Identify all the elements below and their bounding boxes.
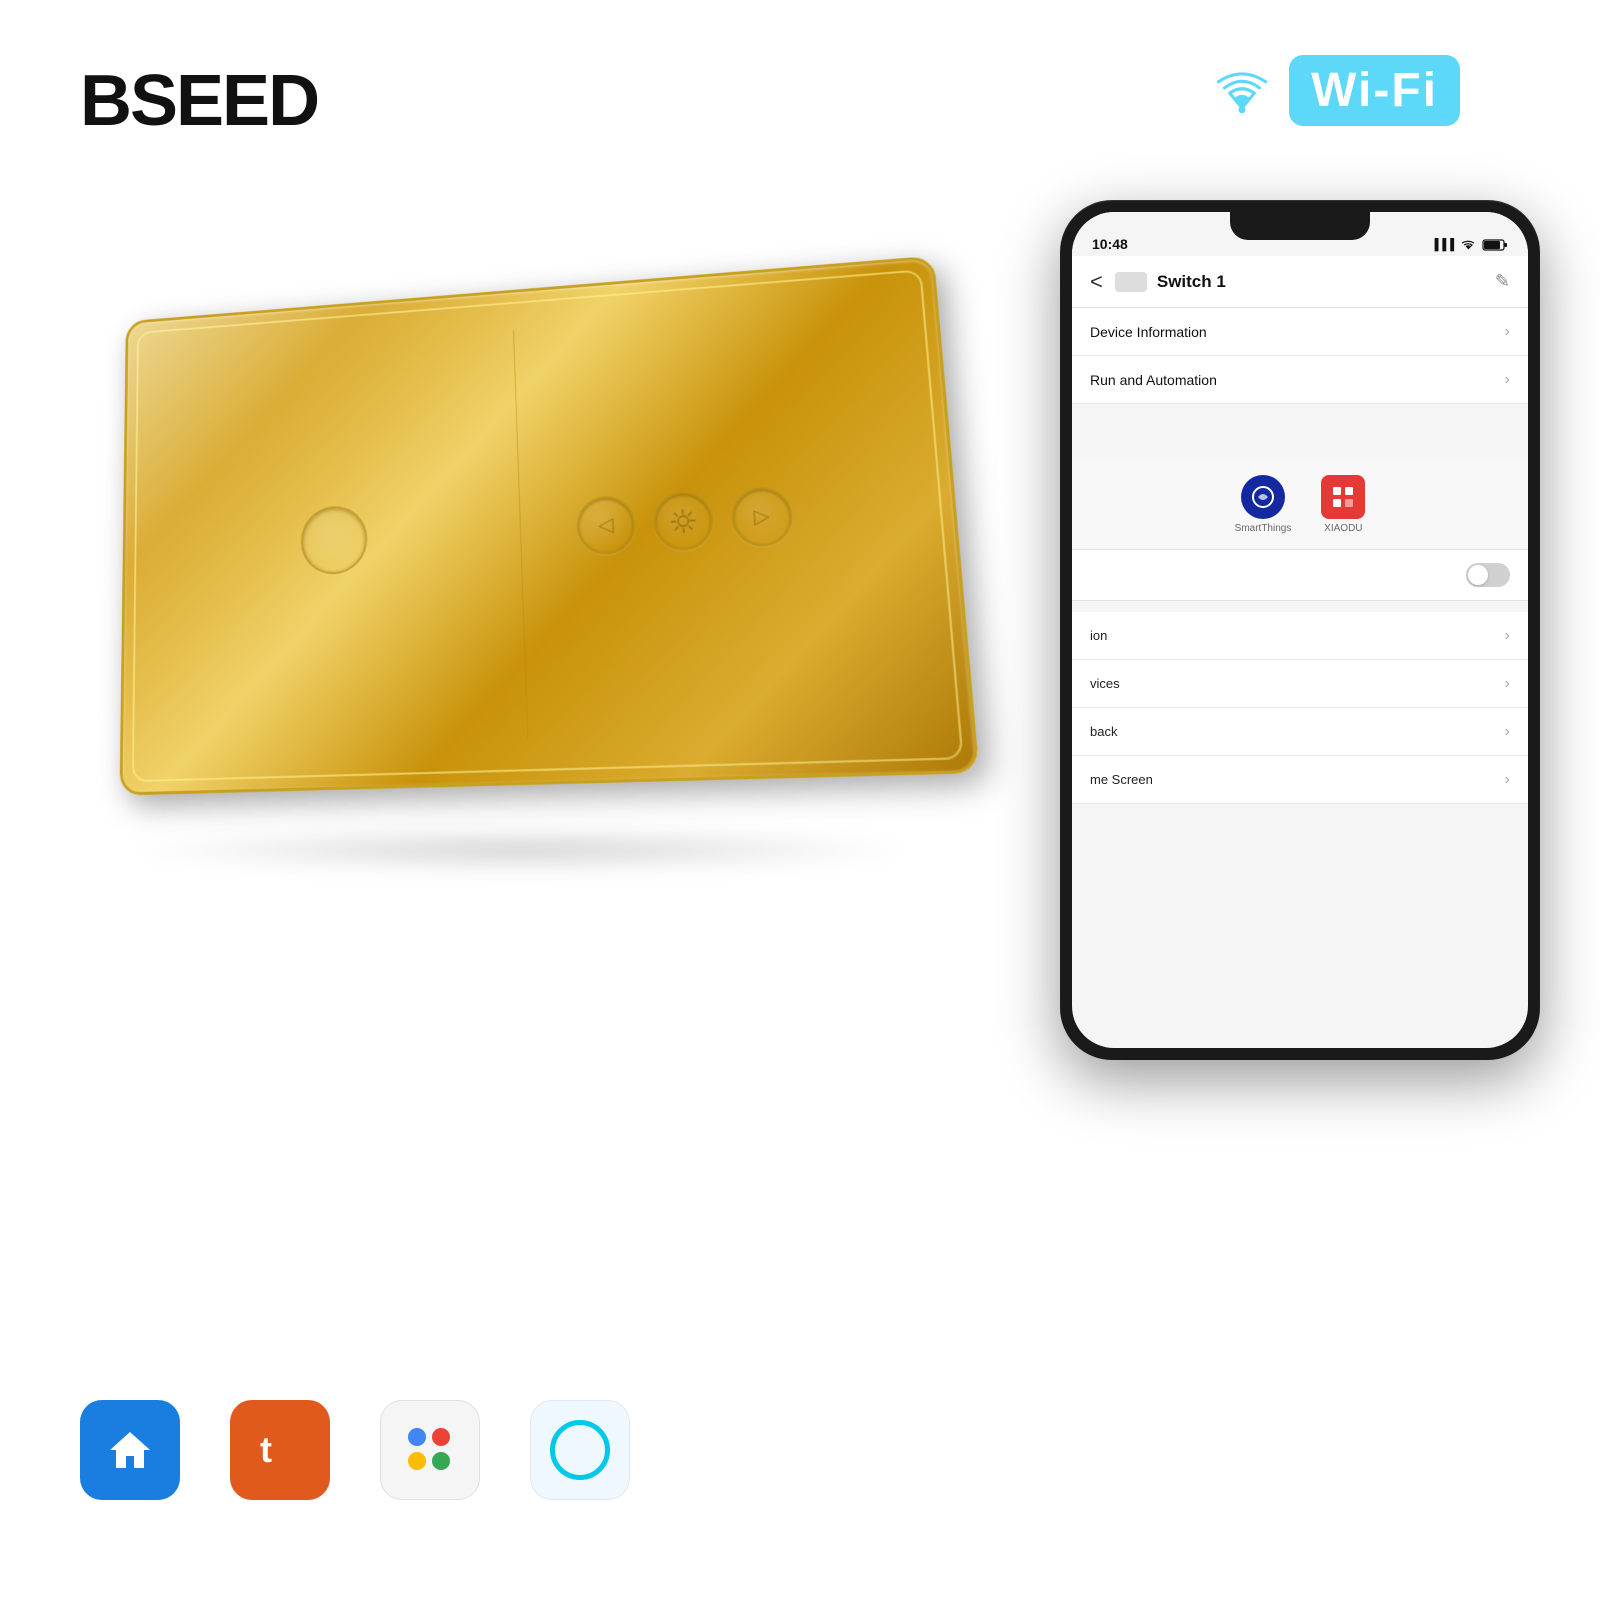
switch-border: [132, 269, 964, 782]
switch-btn-next[interactable]: ▷: [730, 486, 794, 548]
list-item-2[interactable]: vices ›: [1072, 660, 1528, 708]
list-section: ion › vices › back › me Screen ›: [1072, 612, 1528, 804]
list-item-3-label: back: [1090, 724, 1117, 739]
toggle-row: [1072, 550, 1528, 600]
home-svg-icon: [102, 1422, 158, 1478]
chevron-icon-2: ›: [1505, 371, 1510, 389]
menu-item-automation[interactable]: Run and Automation ›: [1072, 356, 1528, 404]
switch-highlight: [122, 259, 975, 793]
prev-icon: ◁: [598, 515, 614, 536]
menu-item-device-info[interactable]: Device Information ›: [1072, 308, 1528, 356]
switch-device-icon: [1115, 272, 1147, 292]
list-item-3[interactable]: back ›: [1072, 708, 1528, 756]
google-home-app-icon[interactable]: [380, 1400, 480, 1500]
app-menu: Device Information › Run and Automation …: [1072, 308, 1528, 404]
switch-button-left[interactable]: [301, 504, 368, 575]
list-item-2-label: vices: [1090, 676, 1120, 691]
battery-status-icon: [1482, 238, 1508, 252]
switch-btn-prev[interactable]: ◁: [575, 495, 636, 556]
phone-screen: 10:48 ▐▐▐ <: [1072, 212, 1528, 1048]
smartlife-app-icon[interactable]: [80, 1400, 180, 1500]
wifi-text-box: Wi-Fi: [1289, 55, 1460, 126]
list-chevron-1: ›: [1505, 627, 1510, 645]
toggle-knob: [1468, 565, 1488, 585]
wifi-badge: Wi-Fi: [1207, 55, 1460, 126]
status-icons: ▐▐▐: [1431, 238, 1508, 252]
status-time: 10:48: [1092, 236, 1128, 252]
switch-name-row: Switch 1: [1115, 272, 1495, 292]
google-dots: [408, 1428, 452, 1472]
phone-notch: [1230, 212, 1370, 240]
tuya-app-icon[interactable]: t: [230, 1400, 330, 1500]
switch-btn-brightness[interactable]: [652, 490, 715, 552]
phone-mockup: 10:48 ▐▐▐ <: [1060, 200, 1540, 1060]
alexa-app-icon[interactable]: [530, 1400, 630, 1500]
list-item-4[interactable]: me Screen ›: [1072, 756, 1528, 804]
google-dot-blue: [408, 1428, 426, 1446]
integration-row: SmartThings XIAODU: [1072, 460, 1528, 550]
smartthings-label: SmartThings: [1235, 523, 1292, 534]
list-chevron-3: ›: [1505, 723, 1510, 741]
switch-device: ◁ ▷: [60, 280, 960, 840]
smartthings-icon: [1241, 475, 1285, 519]
bottom-app-icons: t: [80, 1400, 630, 1500]
smartthings-svg: [1250, 484, 1276, 510]
next-icon: ▷: [753, 506, 770, 527]
chevron-icon: ›: [1505, 323, 1510, 341]
list-item-4-label: me Screen: [1090, 772, 1153, 787]
xiaodu-label: XIAODU: [1324, 523, 1362, 534]
switch-buttons-right: ◁ ▷: [575, 486, 794, 556]
google-dot-red: [432, 1428, 450, 1446]
switch-divider: [513, 330, 528, 740]
back-button[interactable]: <: [1090, 269, 1103, 295]
wifi-label: Wi-Fi: [1311, 63, 1438, 118]
integration-smartthings[interactable]: SmartThings: [1235, 475, 1292, 534]
switch-shadow: [120, 830, 920, 870]
switch-panel: ◁ ▷: [120, 256, 980, 796]
list-item-1[interactable]: ion ›: [1072, 612, 1528, 660]
app-header: < Switch 1 ✎: [1072, 256, 1528, 308]
list-chevron-4: ›: [1505, 771, 1510, 789]
google-dot-green: [432, 1452, 450, 1470]
menu-item-device-info-label: Device Information: [1090, 324, 1207, 340]
wifi-icon: [1207, 63, 1277, 118]
phone-outer: 10:48 ▐▐▐ <: [1060, 200, 1540, 1060]
svg-text:t: t: [260, 1429, 272, 1470]
google-dot-yellow: [408, 1452, 426, 1470]
signal-icon: ▐▐▐: [1431, 239, 1454, 251]
switch-name: Switch 1: [1157, 272, 1226, 292]
brightness-icon: [669, 507, 697, 535]
toggle-switch[interactable]: [1466, 563, 1510, 587]
brand-logo: BSEED: [80, 60, 318, 142]
xiaodu-icon: [1321, 475, 1365, 519]
xiaodu-svg: [1329, 483, 1357, 511]
toggle-section: [1072, 550, 1528, 601]
edit-button[interactable]: ✎: [1495, 271, 1510, 292]
alexa-ring-icon: [550, 1420, 610, 1480]
menu-item-automation-label: Run and Automation: [1090, 372, 1217, 388]
integration-xiaodu[interactable]: XIAODU: [1321, 475, 1365, 534]
list-item-1-label: ion: [1090, 628, 1107, 643]
wifi-status-icon: [1459, 239, 1477, 251]
tuya-svg-icon: t: [252, 1422, 308, 1478]
list-chevron-2: ›: [1505, 675, 1510, 693]
